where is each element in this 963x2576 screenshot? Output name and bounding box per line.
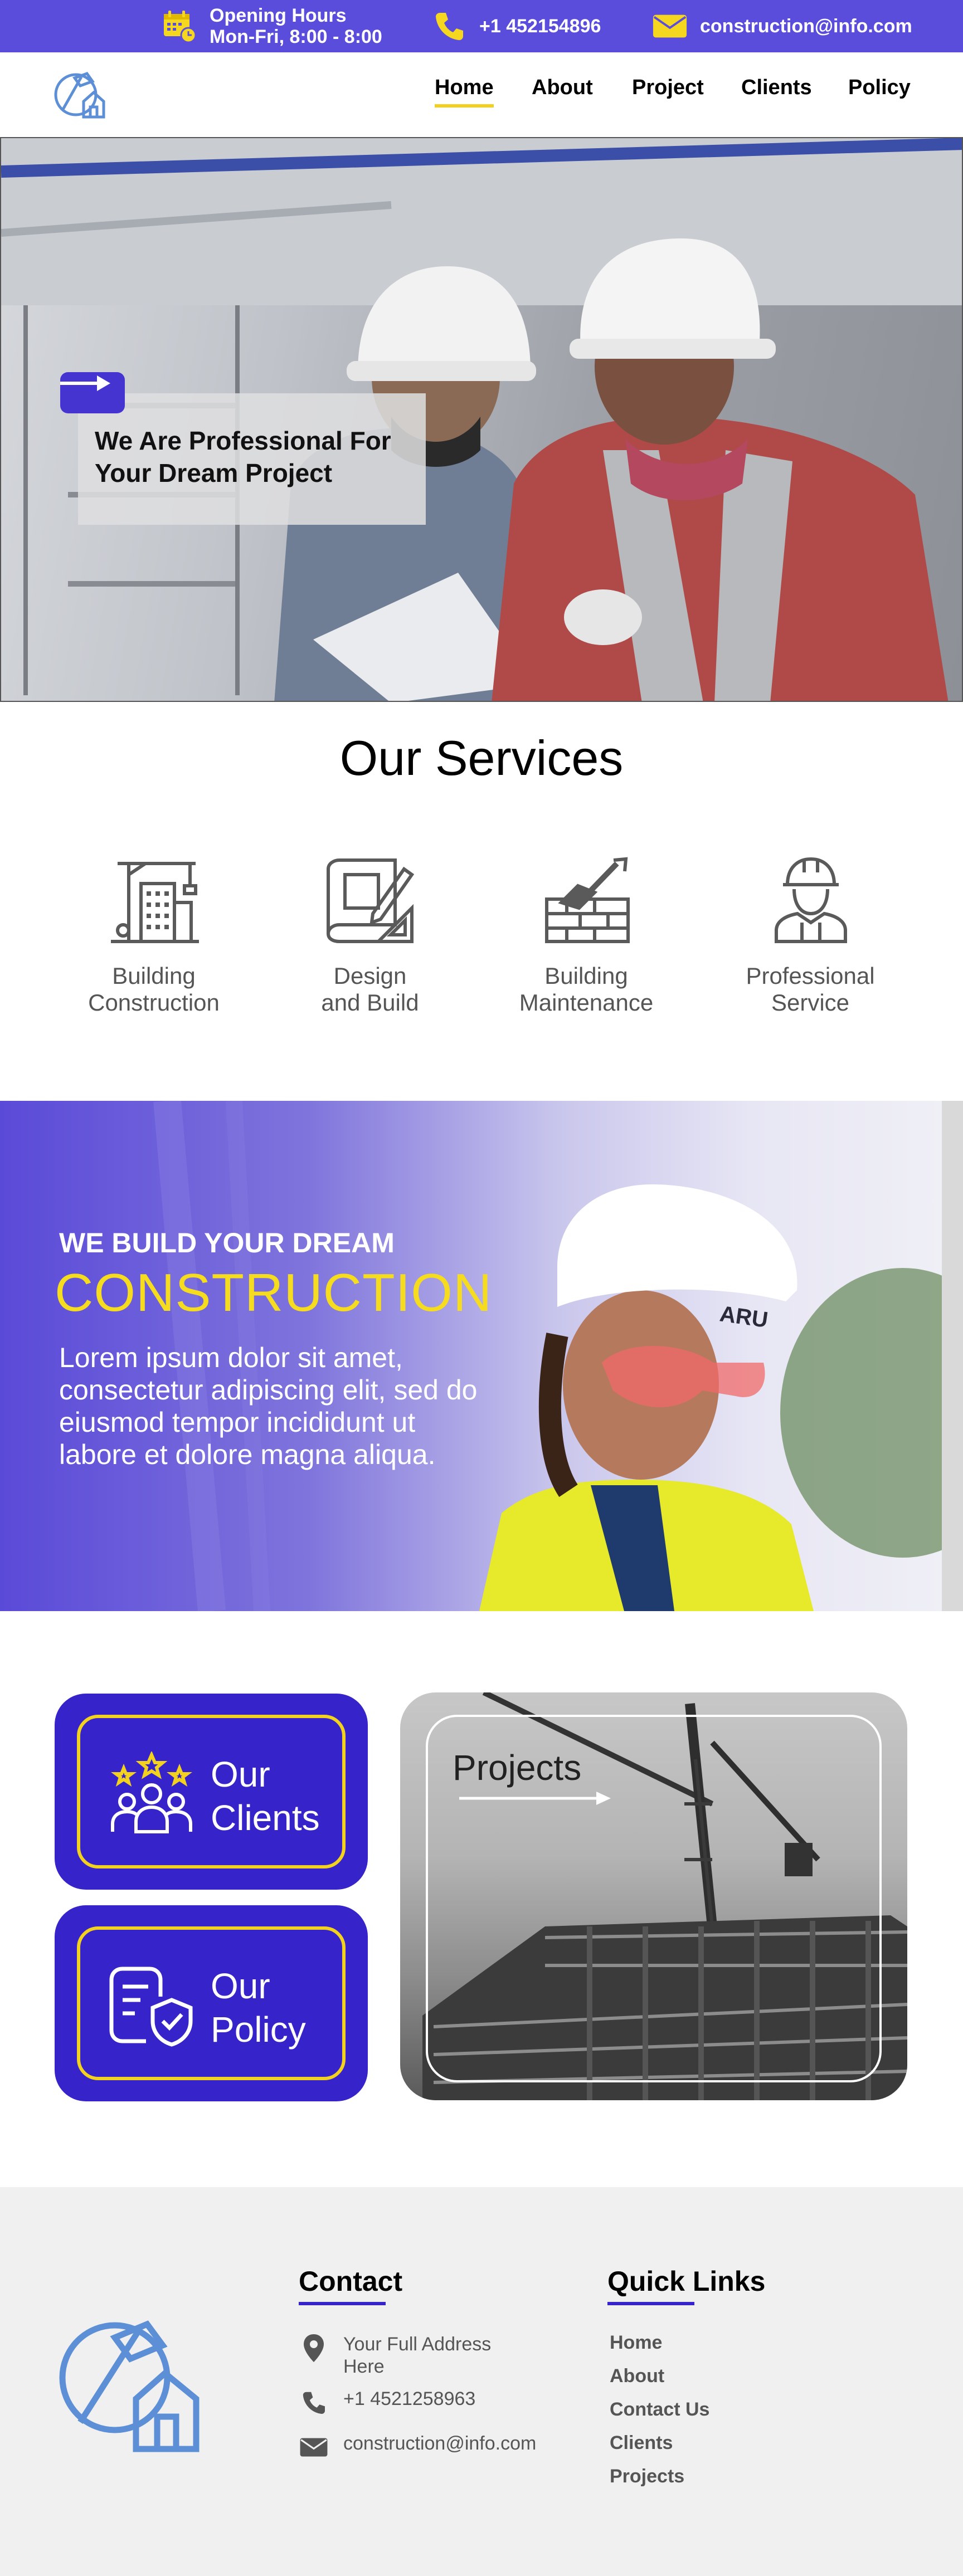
document-shield-icon xyxy=(107,1963,196,2047)
contact-heading: Contact xyxy=(299,2265,403,2305)
footer-link-home[interactable]: Home xyxy=(610,2332,662,2354)
topbar-phone[interactable]: +1 452154896 xyxy=(431,0,601,52)
topbar-phone-text[interactable]: +1 452154896 xyxy=(479,16,601,37)
footer-link-about[interactable]: About xyxy=(610,2365,664,2387)
service-label-text: Design and Build xyxy=(321,963,419,1016)
calendar-clock-icon xyxy=(162,8,197,44)
contact-email-text[interactable]: construction@info.com xyxy=(343,2432,536,2455)
envelope-icon xyxy=(299,2432,329,2462)
contact-phone-text[interactable]: +1 4521258963 xyxy=(343,2388,475,2410)
location-pin-icon xyxy=(299,2333,329,2363)
banner-headline: CONSTRUCTION xyxy=(55,1263,493,1323)
top-info-bar: Opening Hours Mon-Fri, 8:00 - 8:00 +1 45… xyxy=(0,0,963,52)
svg-text:ARU: ARU xyxy=(718,1301,770,1333)
footer-link-contact-us[interactable]: Contact Us xyxy=(610,2399,709,2421)
footer-logo[interactable] xyxy=(54,2311,204,2456)
quick-links-heading-text: Quick Links xyxy=(607,2266,766,2297)
contact-heading-text: Contact xyxy=(299,2266,403,2297)
contact-address: Your Full Address Here xyxy=(299,2333,491,2378)
service-label-text: Professional Service xyxy=(746,963,875,1016)
service-label-text: Building Maintenance xyxy=(519,963,654,1016)
hero-title: We Are Professional For Your Dream Proje… xyxy=(95,426,391,487)
service-building-maintenance[interactable]: Building Maintenance xyxy=(503,852,670,1016)
card-frame: Our Policy xyxy=(77,1926,346,2080)
hero-arrow-button[interactable] xyxy=(60,372,125,413)
contact-phone[interactable]: +1 4521258963 xyxy=(299,2388,475,2418)
our-policy-card[interactable]: Our Policy xyxy=(55,1905,368,2101)
nav-home-label: Home xyxy=(435,76,494,99)
nav-active-indicator xyxy=(435,104,494,108)
arrow-right-icon xyxy=(459,1792,611,1805)
contact-address-text: Your Full Address Here xyxy=(343,2334,492,2377)
nav-clients[interactable]: Clients xyxy=(741,76,812,100)
arrow-right-icon xyxy=(60,375,110,391)
contact-email[interactable]: construction@info.com xyxy=(299,2432,536,2462)
worker-icon xyxy=(763,852,858,947)
service-label: Professional Service xyxy=(727,963,894,1016)
our-policy-label: Our Policy xyxy=(211,1966,306,2050)
heading-underline xyxy=(607,2302,694,2305)
phone-icon xyxy=(431,8,467,44)
footer-link-clients[interactable]: Clients xyxy=(610,2432,673,2454)
services-title: Our Services xyxy=(339,730,624,786)
service-label-text: Building Construction xyxy=(88,963,220,1016)
nav-home[interactable]: Home xyxy=(435,76,494,108)
footer-link-projects[interactable]: Projects xyxy=(610,2466,684,2487)
service-design-build[interactable]: Design and Build xyxy=(286,852,454,1016)
phone-icon xyxy=(299,2388,329,2418)
hero-card: We Are Professional For Your Dream Proje… xyxy=(78,393,426,525)
site-logo[interactable] xyxy=(52,69,108,123)
service-professional[interactable]: Professional Service xyxy=(727,852,894,1016)
nav-about[interactable]: About xyxy=(532,76,593,100)
construction-banner: ARU WE BUILD YOUR DREAM CONSTRUCTION Lor… xyxy=(0,1101,963,1611)
service-label: Design and Build xyxy=(286,963,454,1016)
service-label: Building Construction xyxy=(70,963,237,1016)
banner-kicker: WE BUILD YOUR DREAM xyxy=(59,1227,395,1258)
projects-label: Projects xyxy=(453,1748,582,1788)
our-clients-label: Our Clients xyxy=(211,1754,320,1838)
topbar-email[interactable]: construction@info.com xyxy=(652,0,912,52)
opening-hours: Opening Hours Mon-Fri, 8:00 - 8:00 xyxy=(162,0,382,52)
nav-project[interactable]: Project xyxy=(632,76,704,100)
opening-hours-value: Mon-Fri, 8:00 - 8:00 xyxy=(210,26,382,47)
crane-building-icon xyxy=(106,852,201,947)
team-stars-icon xyxy=(107,1750,196,1835)
main-navbar: Home About Project Clients Policy xyxy=(0,52,963,137)
heading-underline xyxy=(299,2302,386,2305)
opening-hours-title: Opening Hours xyxy=(210,5,347,26)
blueprint-pencil-icon xyxy=(323,852,417,947)
banner-body: Lorem ipsum dolor sit amet, consectetur … xyxy=(59,1342,478,1470)
quick-links-heading: Quick Links xyxy=(607,2265,766,2305)
envelope-icon xyxy=(652,8,688,44)
projects-card[interactable]: Projects xyxy=(400,1692,907,2100)
card-frame: Our Clients xyxy=(77,1715,346,1868)
service-building-construction[interactable]: Building Construction xyxy=(70,852,237,1016)
service-label: Building Maintenance xyxy=(503,963,670,1016)
nav-policy[interactable]: Policy xyxy=(848,76,911,100)
topbar-email-text[interactable]: construction@info.com xyxy=(700,16,912,37)
site-footer: Contact Your Full Address Here +1 452125… xyxy=(0,2187,963,2576)
our-clients-card[interactable]: Our Clients xyxy=(55,1694,368,1890)
brick-trowel-icon xyxy=(539,852,634,947)
hero-section: We Are Professional For Your Dream Proje… xyxy=(0,137,963,702)
